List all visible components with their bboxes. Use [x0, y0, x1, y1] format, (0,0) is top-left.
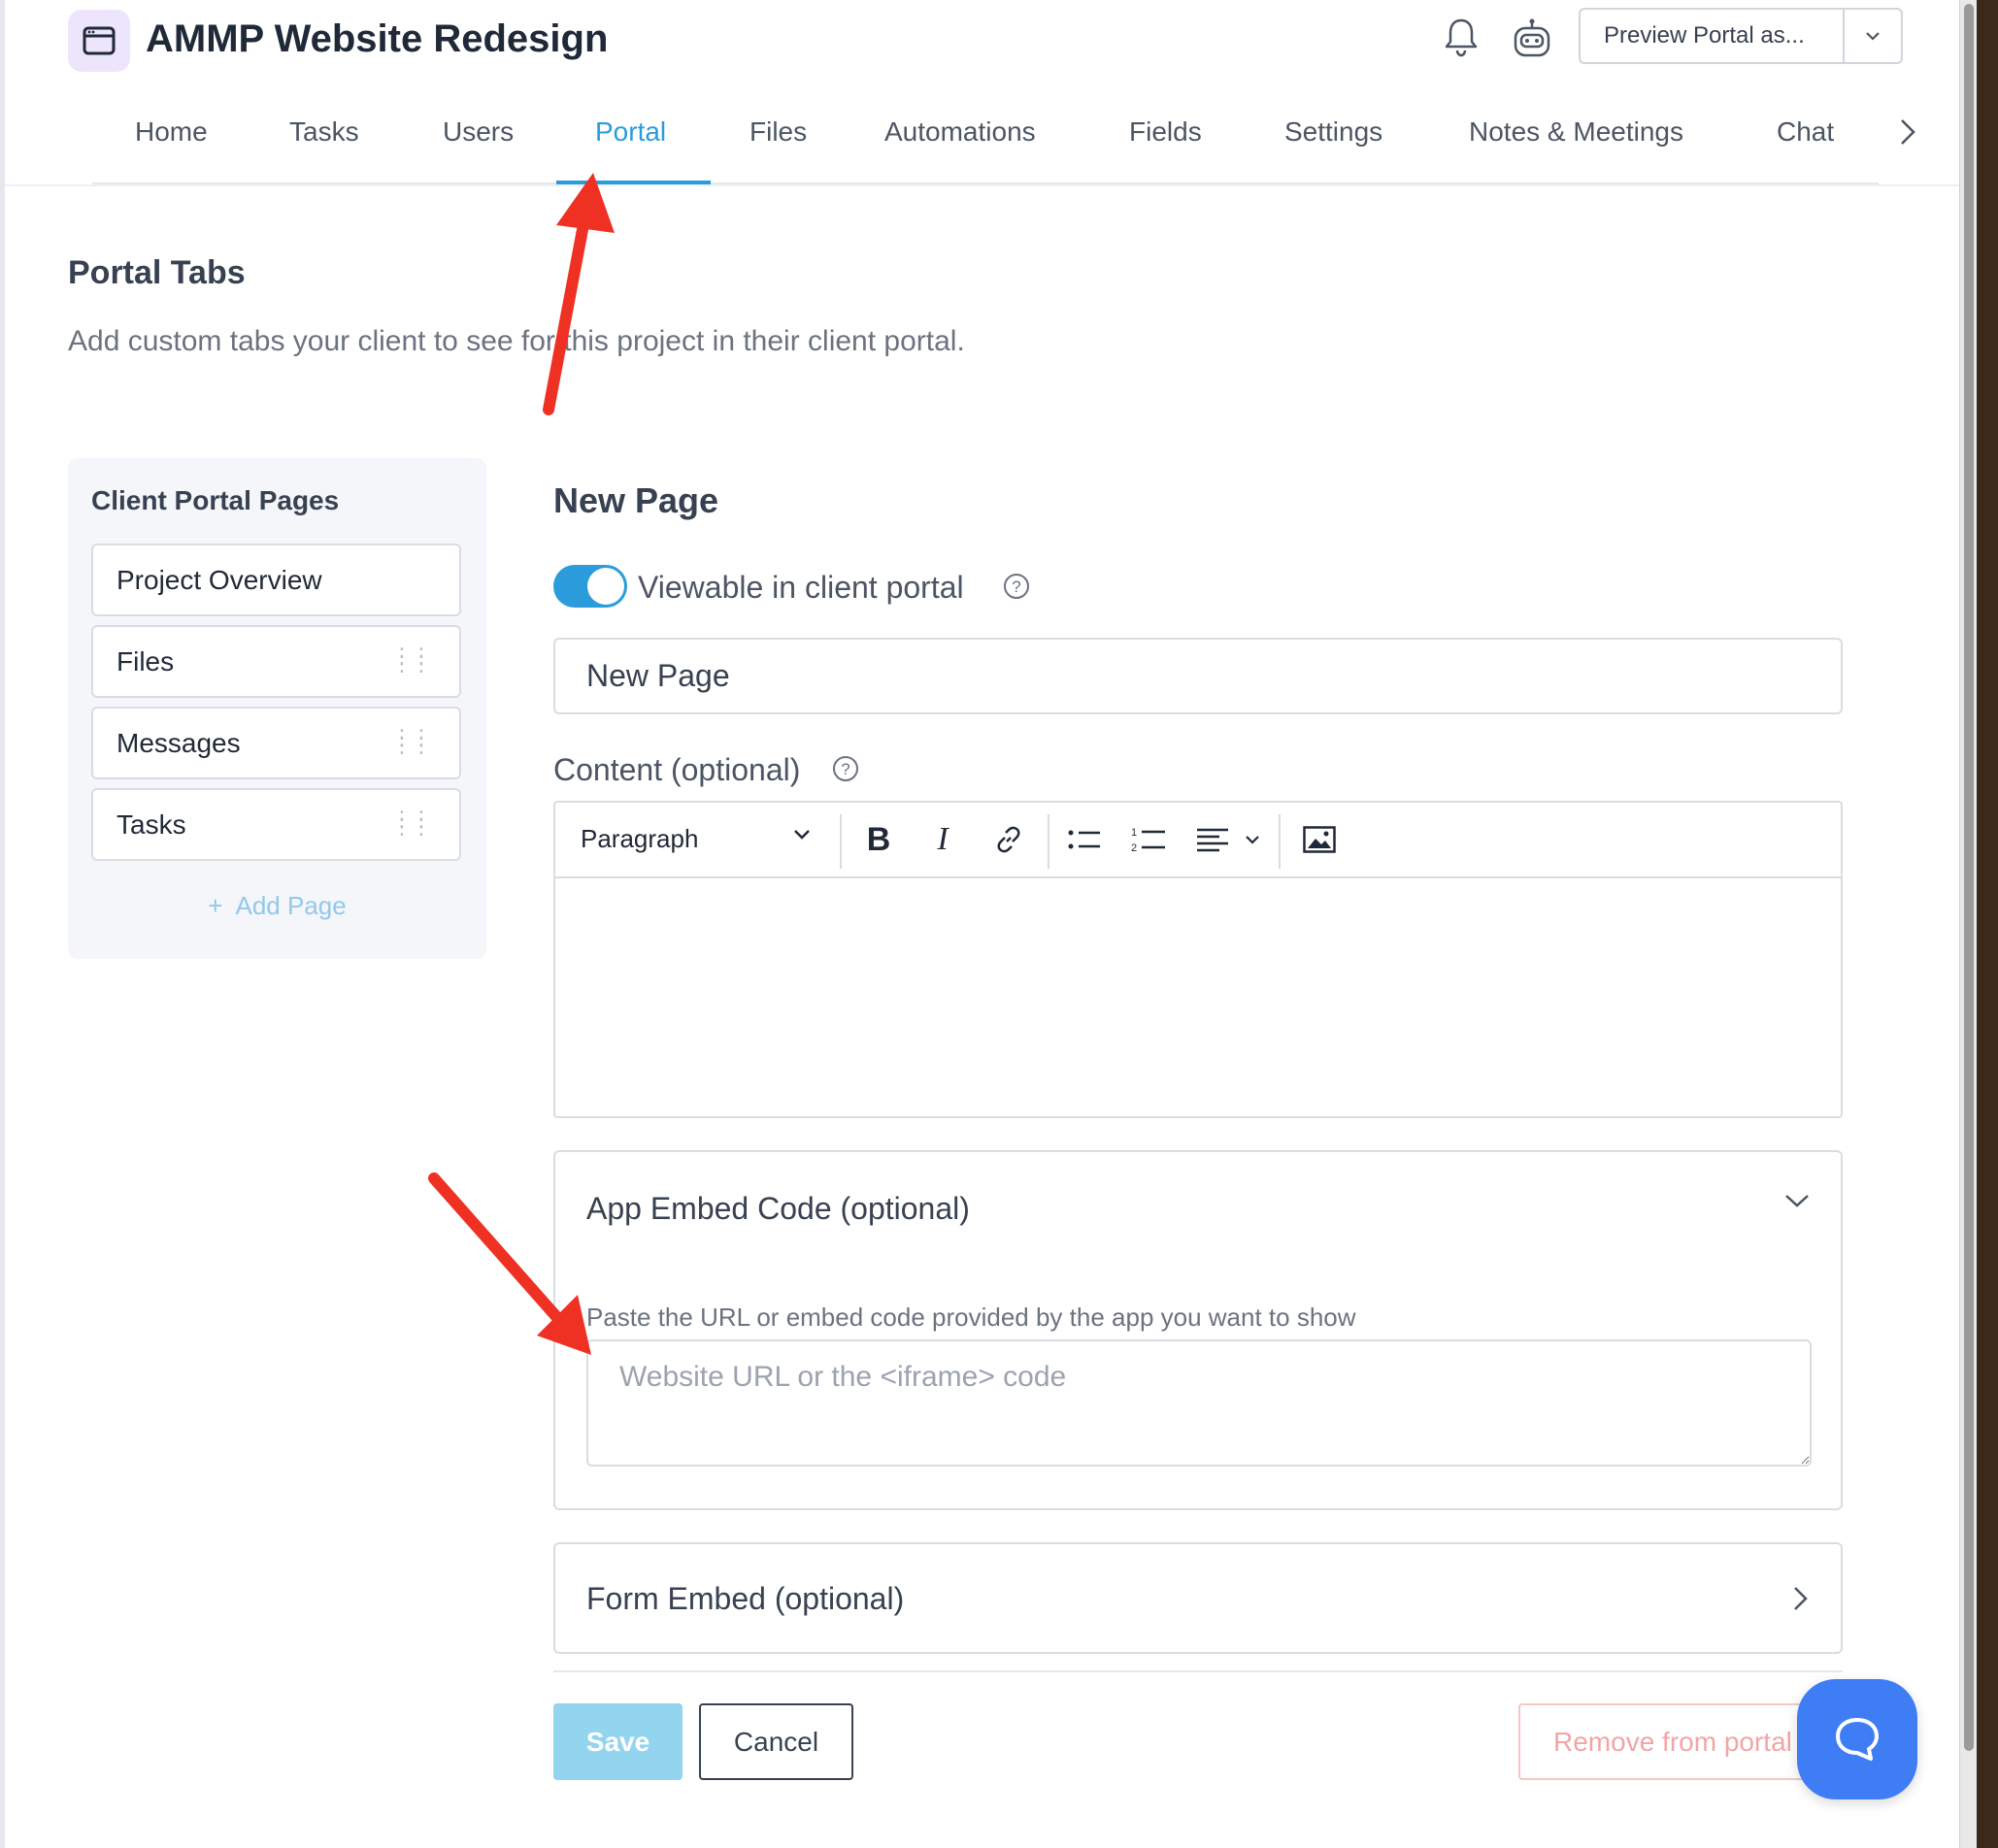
image-icon[interactable]: [1298, 818, 1341, 861]
tab-files[interactable]: Files: [749, 116, 807, 148]
tab-settings[interactable]: Settings: [1284, 116, 1382, 148]
svg-text:2: 2: [1131, 842, 1137, 854]
svg-text:?: ?: [841, 760, 849, 778]
form-embed-accordion[interactable]: Form Embed (optional): [553, 1542, 1843, 1654]
client-portal-pages-panel: Client Portal Pages Project Overview Fil…: [68, 458, 486, 959]
portal-page-item[interactable]: Files ⋮⋮ ⋮⋮: [91, 625, 461, 698]
save-button[interactable]: Save: [553, 1703, 683, 1780]
toolbar-divider: [1279, 814, 1281, 869]
preview-portal-dropdown[interactable]: Preview Portal as...: [1579, 8, 1903, 64]
form-title: New Page: [553, 480, 719, 520]
toolbar-divider: [840, 814, 842, 869]
portal-page-item[interactable]: Messages ⋮⋮ ⋮⋮: [91, 707, 461, 779]
project-icon: [68, 10, 130, 72]
bold-icon[interactable]: B: [857, 818, 900, 861]
svg-text:1: 1: [1131, 827, 1137, 839]
chevron-down-icon[interactable]: [1845, 10, 1901, 62]
plus-icon: +: [208, 891, 223, 920]
tab-automations[interactable]: Automations: [884, 116, 1036, 148]
remove-from-portal-button[interactable]: Remove from portal: [1518, 1703, 1843, 1780]
notifications-bell-icon[interactable]: [1440, 16, 1482, 58]
portal-page-item[interactable]: Project Overview: [91, 544, 461, 616]
tab-users[interactable]: Users: [443, 116, 514, 148]
section-description: Add custom tabs your client to see for t…: [68, 325, 965, 357]
content-label: Content (optional): [553, 752, 801, 787]
block-style-select[interactable]: Paragraph: [581, 824, 698, 854]
scrollbar-thumb[interactable]: [1964, 4, 1974, 1751]
editor-content-area[interactable]: [555, 878, 1841, 1118]
add-page-label: Add Page: [235, 891, 347, 920]
drag-handle-icon[interactable]: ⋮⋮ ⋮⋮: [391, 727, 432, 756]
window-scrollbar-area: [1959, 0, 1998, 1848]
app-embed-textarea[interactable]: [586, 1339, 1812, 1467]
rich-text-editor: Paragraph B I 1 2: [553, 801, 1843, 1118]
portal-page-label: Tasks: [117, 808, 186, 840]
tab-chat[interactable]: Chat: [1777, 116, 1834, 148]
chevron-down-icon[interactable]: [1782, 1191, 1812, 1215]
annotation-arrow-up: [543, 173, 615, 415]
tab-home[interactable]: Home: [135, 116, 208, 148]
drag-handle-icon[interactable]: ⋮⋮ ⋮⋮: [391, 645, 432, 675]
tab-notes-meetings[interactable]: Notes & Meetings: [1469, 116, 1683, 148]
editor-toolbar: Paragraph B I 1 2: [555, 803, 1841, 878]
support-chat-icon[interactable]: [1797, 1679, 1917, 1799]
app-window: AMMP Website Redesign Preview Portal as.…: [5, 0, 1959, 1848]
form-embed-title[interactable]: Form Embed (optional): [586, 1581, 904, 1617]
portal-page-label: Files: [117, 645, 175, 676]
app-embed-accordion: App Embed Code (optional) Paste the URL …: [553, 1150, 1843, 1510]
drag-handle-icon[interactable]: ⋮⋮ ⋮⋮: [391, 808, 432, 838]
toggle-knob: [587, 568, 624, 605]
help-circle-icon[interactable]: ?: [1002, 572, 1031, 606]
viewable-toggle[interactable]: [553, 565, 627, 608]
chevron-right-icon[interactable]: [1892, 115, 1921, 149]
project-tabs: Home Tasks Users Portal Files Automation…: [92, 107, 1879, 184]
tab-tasks[interactable]: Tasks: [289, 116, 359, 148]
vertical-scrollbar[interactable]: [1959, 0, 1977, 1848]
italic-icon[interactable]: I: [921, 818, 964, 861]
portal-page-label: Project Overview: [117, 564, 322, 595]
browser-window-icon: [83, 26, 116, 55]
svg-text:?: ?: [1012, 578, 1020, 596]
preview-portal-button[interactable]: Preview Portal as...: [1581, 10, 1845, 62]
ai-assistant-robot-icon[interactable]: [1508, 16, 1556, 64]
tab-fields[interactable]: Fields: [1129, 116, 1202, 148]
add-page-button[interactable]: + Add Page: [68, 891, 486, 921]
app-embed-title[interactable]: App Embed Code (optional): [586, 1191, 970, 1227]
project-title: AMMP Website Redesign: [146, 17, 609, 60]
form-footer-divider: [553, 1670, 1843, 1672]
portal-page-item[interactable]: Tasks ⋮⋮ ⋮⋮: [91, 788, 461, 861]
chevron-down-icon[interactable]: [792, 828, 812, 846]
align-left-icon[interactable]: [1191, 818, 1234, 861]
numbered-list-icon[interactable]: 1 2: [1127, 818, 1170, 861]
help-circle-icon[interactable]: ?: [831, 754, 860, 788]
app-embed-hint: Paste the URL or embed code provided by …: [586, 1303, 1356, 1332]
sidebar-title: Client Portal Pages: [91, 485, 340, 515]
bullet-list-icon[interactable]: [1063, 818, 1106, 861]
toolbar-divider: [1048, 814, 1049, 869]
chevron-right-icon[interactable]: [1788, 1583, 1812, 1619]
header-divider: [5, 184, 1959, 186]
viewable-label: Viewable in client portal: [638, 570, 964, 605]
page-name-input[interactable]: [553, 638, 1843, 714]
tab-portal[interactable]: Portal: [595, 116, 666, 148]
section-title: Portal Tabs: [68, 254, 246, 291]
link-icon[interactable]: [987, 818, 1030, 861]
cancel-button[interactable]: Cancel: [699, 1703, 853, 1780]
chevron-down-icon[interactable]: [1239, 818, 1266, 861]
portal-page-label: Messages: [117, 727, 241, 758]
